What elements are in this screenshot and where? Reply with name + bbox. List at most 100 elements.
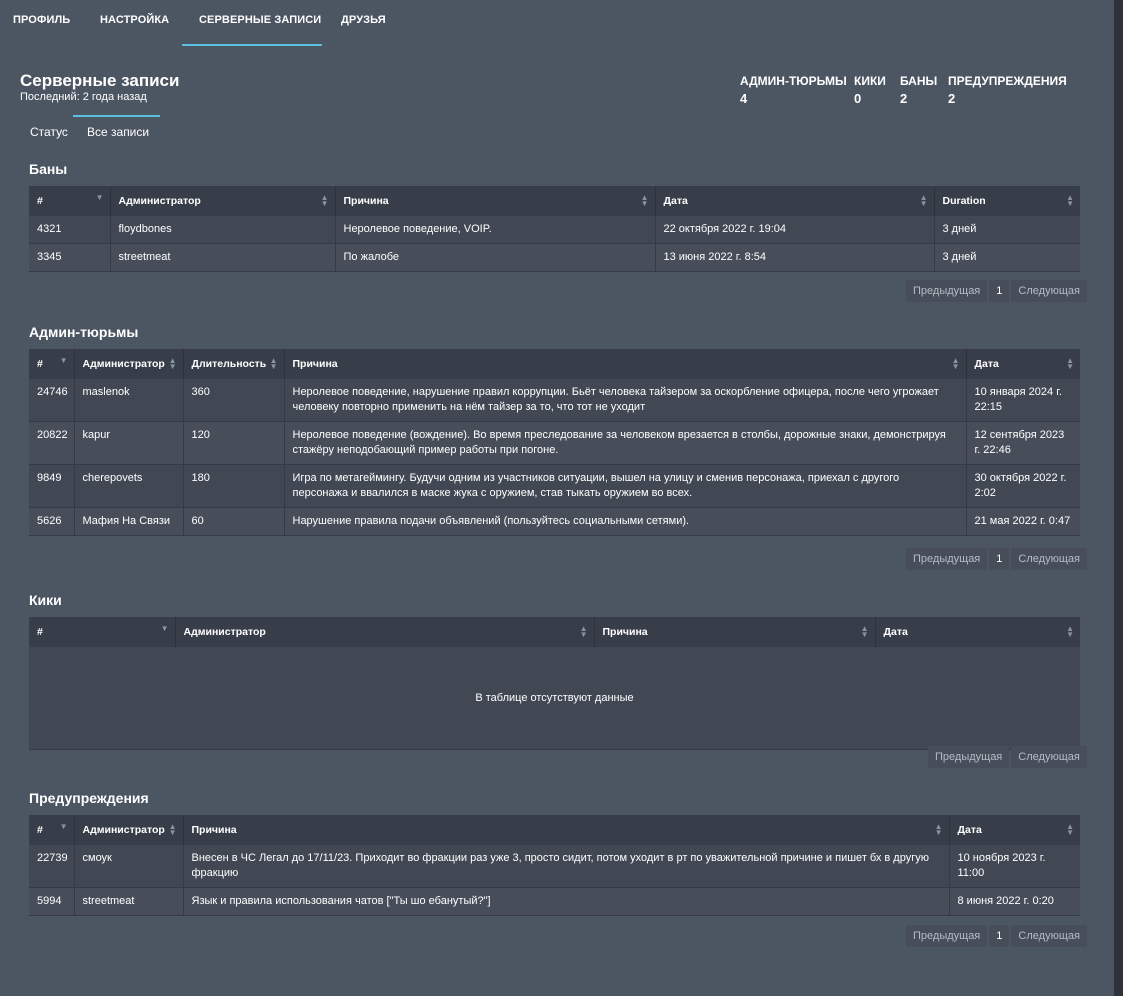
section-title-jails: Админ-тюрьмы (29, 324, 139, 340)
page-scrollbar[interactable] (1114, 0, 1123, 996)
subtab-all-records[interactable]: Все записи (87, 125, 149, 139)
sort-icon: ▲ ▼ (1066, 822, 1074, 837)
column-header-date[interactable]: Дата ▲ ▼ (874, 617, 1080, 647)
stat-jails: АДМИН-ТЮРЬМЫ 4 (740, 74, 847, 106)
column-header-id[interactable]: # ▼ (29, 349, 74, 379)
cell-date: 10 ноября 2023 г. 11:00 (948, 845, 1080, 888)
next-page-button[interactable]: Следующая (1011, 746, 1087, 768)
sort-icon: ▲ ▼ (579, 624, 588, 639)
column-header-duration[interactable]: Длительность ▲ ▼ (182, 349, 284, 379)
section-title-kicks: Кики (29, 592, 62, 608)
column-header-admin[interactable]: Администратор ▲ ▼ (109, 186, 335, 216)
tab-server-records[interactable]: СЕРВЕРНЫЕ ЗАПИСИ (199, 14, 321, 26)
cell-admin: cherepovets (73, 464, 183, 508)
cell-id: 5626 (29, 507, 74, 536)
stat-value: 4 (740, 91, 748, 106)
sort-icon: ▲ ▼ (1066, 356, 1074, 371)
column-header-date[interactable]: Дата ▲ ▼ (965, 349, 1080, 379)
cell-id: 3345 (29, 243, 110, 272)
prev-page-button[interactable]: Предыдущая (906, 548, 988, 570)
column-header-date[interactable]: Дата ▲ ▼ (948, 815, 1080, 845)
stat-label: ПРЕДУПРЕЖДЕНИЯ (948, 74, 1067, 88)
prev-page-button[interactable]: Предыдущая (906, 925, 988, 947)
cell-duration: 60 (182, 507, 284, 536)
sort-desc-icon: ▼ (59, 356, 68, 365)
cell-id: 9849 (29, 464, 74, 508)
page-title: Серверные записи (20, 71, 180, 90)
stat-label: БАНЫ (900, 74, 938, 88)
tab-profile[interactable]: ПРОФИЛЬ (13, 14, 70, 26)
cell-duration: 120 (182, 421, 284, 465)
next-page-button[interactable]: Следующая (1011, 548, 1087, 570)
table-row: 22739 смоук Внесен в ЧС Легал до 17/11/2… (29, 845, 1080, 888)
prev-page-button[interactable]: Предыдущая (928, 746, 1010, 768)
sort-desc-icon: ▼ (95, 193, 104, 202)
column-header-reason[interactable]: Причина ▲ ▼ (182, 815, 949, 845)
column-header-date[interactable]: Дата ▲ ▼ (654, 186, 934, 216)
column-header-reason[interactable]: Причина ▲ ▼ (334, 186, 655, 216)
sort-desc-icon: ▼ (59, 822, 68, 831)
column-header-duration[interactable]: Duration ▲ ▼ (933, 186, 1080, 216)
next-page-button[interactable]: Следующая (1011, 280, 1087, 302)
tab-friends[interactable]: ДРУЗЬЯ (341, 14, 386, 26)
sort-icon: ▲ ▼ (1066, 624, 1074, 639)
cell-date: 8 июня 2022 г. 0:20 (948, 887, 1080, 916)
warnings-table: # ▼ Администратор ▲ ▼ Причина ▲ ▼ Дата ▲ ▼ 2273… (29, 815, 1080, 916)
column-header-reason[interactable]: Причина ▲ ▼ (283, 349, 966, 379)
sort-icon: ▲ ▼ (951, 356, 960, 371)
bans-pagination: Предыдущая 1 Следующая (906, 280, 1087, 302)
bans-table: # ▼ Администратор ▲ ▼ Причина ▲ ▼ Дата ▲ ▼ Dura… (29, 186, 1080, 272)
sort-icon: ▲ ▼ (1066, 193, 1074, 208)
sort-icon: ▲ ▼ (860, 624, 869, 639)
cell-duration: 360 (182, 379, 284, 422)
stat-value: 0 (854, 91, 862, 106)
cell-date: 10 января 2024 г. 22:15 (965, 379, 1080, 422)
next-page-button[interactable]: Следующая (1011, 925, 1087, 947)
active-tab-indicator (182, 44, 322, 46)
table-row: 20822 kapur 120 Неролевое поведение (вож… (29, 421, 1080, 465)
top-nav: ПРОФИЛЬ НАСТРОЙКА СЕРВЕРНЫЕ ЗАПИСИ ДРУЗЬ… (0, 0, 1114, 46)
sort-icon: ▲ ▼ (320, 193, 329, 208)
cell-id: 24746 (29, 379, 74, 422)
cell-reason: По жалобе (334, 243, 655, 272)
column-header-id[interactable]: # ▼ (29, 815, 74, 845)
column-header-admin[interactable]: Администратор ▲ ▼ (174, 617, 594, 647)
stat-kicks: КИКИ 0 (854, 74, 886, 106)
subtab-indicator (73, 115, 160, 117)
empty-row: В таблице отсутствуют данные (29, 647, 1080, 750)
prev-page-button[interactable]: Предыдущая (906, 280, 988, 302)
stat-value: 2 (900, 91, 908, 106)
column-header-admin[interactable]: Администратор ▲ ▼ (73, 815, 183, 845)
cell-reason: Язык и правила использования чатов ["Ты … (182, 887, 949, 916)
cell-reason: Нарушение правила подачи объявлений (пол… (283, 507, 966, 536)
kicks-pagination: Предыдущая Следующая (928, 746, 1087, 768)
table-row: 24746 maslenok 360 Неролевое поведение, … (29, 379, 1080, 422)
tab-settings[interactable]: НАСТРОЙКА (100, 14, 169, 26)
cell-date: 21 мая 2022 г. 0:47 (965, 507, 1080, 536)
cell-admin: kapur (73, 421, 183, 465)
stat-warnings: ПРЕДУПРЕЖДЕНИЯ 2 (948, 74, 1067, 106)
sort-icon: ▲ ▼ (919, 193, 928, 208)
subtab-status[interactable]: Статус (30, 125, 68, 139)
column-header-admin[interactable]: Администратор ▲ ▼ (73, 349, 183, 379)
column-header-id[interactable]: # ▼ (29, 186, 110, 216)
page-number-button[interactable]: 1 (989, 925, 1010, 947)
cell-id: 5994 (29, 887, 74, 916)
sort-icon: ▲ ▼ (640, 193, 649, 208)
jails-pagination: Предыдущая 1 Следующая (906, 548, 1087, 570)
table-row: 5994 streetmeat Язык и правила использов… (29, 887, 1080, 916)
warnings-pagination: Предыдущая 1 Следующая (906, 925, 1087, 947)
page-number-button[interactable]: 1 (989, 280, 1010, 302)
kicks-table: # ▼ Администратор ▲ ▼ Причина ▲ ▼ Дата ▲ ▼ В та… (29, 617, 1080, 750)
column-header-id[interactable]: # ▼ (29, 617, 175, 647)
cell-reason: Внесен в ЧС Легал до 17/11/23. Приходит … (182, 845, 949, 888)
column-header-reason[interactable]: Причина ▲ ▼ (593, 617, 875, 647)
cell-date: 12 сентября 2023 г. 22:46 (965, 421, 1080, 465)
stat-label: КИКИ (854, 74, 886, 88)
page-number-button[interactable]: 1 (989, 548, 1010, 570)
cell-reason: Неролевое поведение, нарушение правил ко… (283, 379, 966, 422)
stat-bans: БАНЫ 2 (900, 74, 937, 106)
sort-icon: ▲ ▼ (168, 822, 177, 837)
cell-reason: Неролевое поведение, VOIP. (334, 216, 655, 244)
sort-icon: ▲ ▼ (269, 356, 278, 371)
